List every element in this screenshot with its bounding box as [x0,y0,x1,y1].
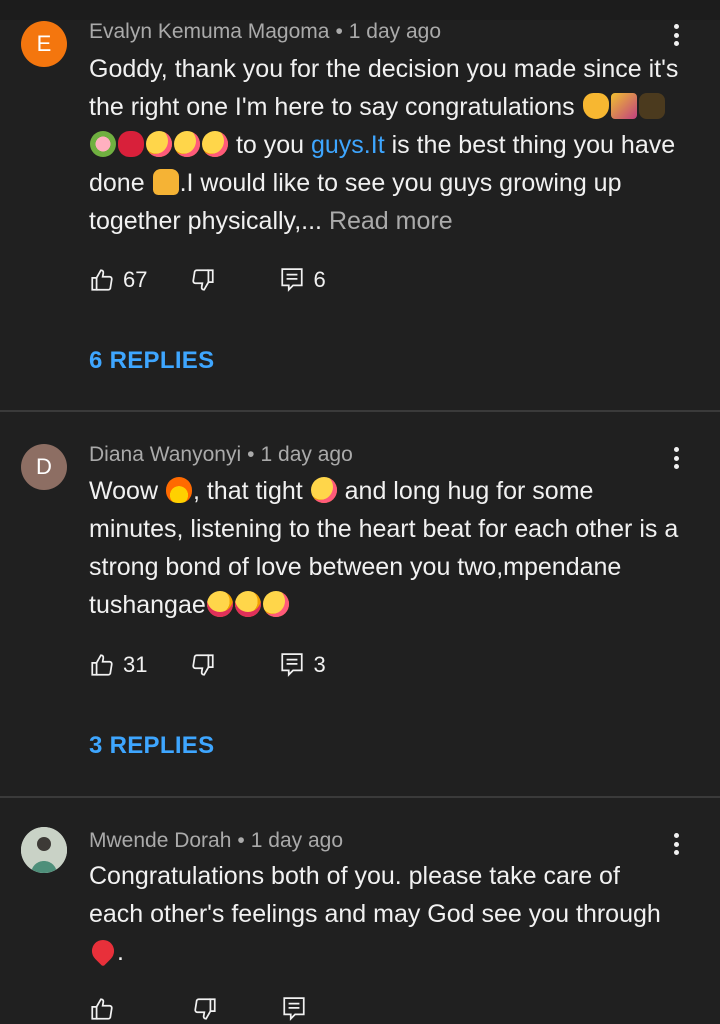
like-button[interactable]: 67 [89,267,147,293]
view-replies-button[interactable]: 3 REPLIES [89,732,214,760]
comment-meta: Evalyn Kemuma Magoma • 1 day ago [89,20,441,44]
avatar[interactable]: D [21,444,67,490]
author-name[interactable]: Evalyn Kemuma Magoma [89,20,329,43]
author-name[interactable]: Diana Wanyonyi [89,443,241,466]
reply-icon [281,268,304,292]
party-popper-emoji-icon [610,93,637,119]
thumbs-up-icon [91,654,113,676]
heart-eyes-emoji-icon [234,591,261,617]
timestamp[interactable]: 1 day ago [261,443,353,466]
more-options-icon[interactable] [664,443,688,473]
author-name[interactable]: Mwende Dorah [89,829,231,852]
reply-icon [283,997,305,1021]
reply-button[interactable] [282,996,306,1022]
avatar[interactable] [21,827,67,873]
thumbs-up-icon [91,269,113,291]
avatar-letter: E [36,31,52,56]
timestamp[interactable]: 1 day ago [251,829,343,852]
comment-divider [0,796,720,798]
heart-eyes-emoji-icon [206,591,233,617]
like-button[interactable] [89,996,115,1022]
thumbs-down-icon [192,654,215,676]
more-options-icon[interactable] [664,20,688,50]
hashtag-link[interactable]: guys.It [311,131,385,159]
dancer-emoji-icon [638,93,665,119]
reply-count: 3 [313,652,326,677]
comment-meta: Mwende Dorah • 1 day ago [89,829,343,853]
view-replies-button[interactable]: 6 REPLIES [89,347,214,375]
separator: • [237,829,245,852]
dislike-button[interactable] [192,996,218,1022]
dislike-button[interactable] [190,267,216,293]
like-count: 67 [123,267,148,292]
comment-text: Goddy, thank you for the decision you ma… [89,55,679,235]
thumbs-up-emoji-icon [152,169,179,195]
reply-button[interactable]: 6 [280,267,326,293]
avatar[interactable]: E [21,21,67,67]
comment-text: Woow , that tight and long hug for some … [89,477,679,619]
smiling-hearts-emoji-icon [310,477,337,503]
comment-divider [0,410,720,412]
smiling-hearts-emoji-icon [146,131,172,157]
dislike-button[interactable] [190,652,216,678]
comment-actions: 31 3 [89,650,326,680]
clap-emoji-icon [582,93,609,119]
thumbs-down-icon [194,998,216,1020]
red-heart-emoji-icon [87,935,119,967]
comment-text: Congratulations both of you. please take… [87,862,661,967]
separator: • [247,443,255,466]
comment-meta: Diana Wanyonyi • 1 day ago [89,443,353,467]
comment-actions [89,994,306,1024]
profile-photo-icon [21,827,67,873]
rose-emoji-icon [118,131,144,157]
like-button[interactable]: 31 [89,652,147,678]
separator: • [335,20,343,43]
thumbs-down-icon [192,269,215,291]
smiling-hearts-emoji-icon [202,131,228,157]
top-bar [0,0,720,20]
reply-button[interactable]: 3 [280,652,326,678]
smiling-hearts-emoji-icon [262,591,289,617]
comment-actions: 67 6 [89,265,326,295]
thumbs-up-icon [91,998,113,1020]
timestamp[interactable]: 1 day ago [349,20,441,43]
read-more-link[interactable]: Read more [329,207,453,235]
more-options-icon[interactable] [664,829,688,859]
smiling-hearts-emoji-icon [174,131,200,157]
bouquet-emoji-icon [90,131,116,157]
fire-emoji-icon [165,477,192,503]
reply-icon [281,653,304,677]
like-count: 31 [123,652,148,677]
reply-count: 6 [313,267,326,292]
avatar-letter: D [36,454,52,479]
